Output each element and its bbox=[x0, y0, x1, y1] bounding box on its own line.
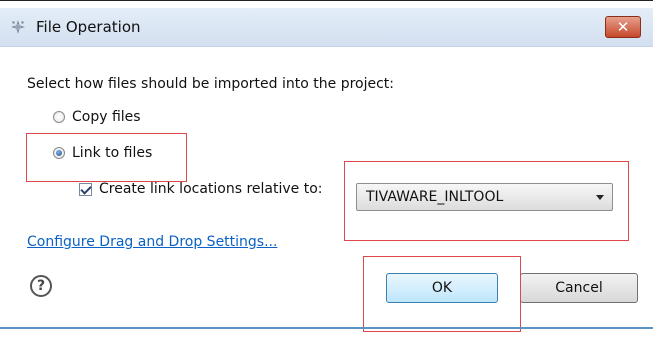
cancel-button[interactable]: Cancel bbox=[520, 273, 638, 303]
close-button[interactable]: ✕ bbox=[605, 16, 641, 38]
dialog-title: File Operation bbox=[36, 18, 141, 36]
copy-files-radio[interactable] bbox=[53, 111, 65, 123]
highlight-relative-select bbox=[344, 161, 629, 241]
close-icon: ✕ bbox=[616, 18, 630, 36]
help-icon-glyph: ? bbox=[36, 278, 46, 294]
title-bar[interactable]: File Operation ✕ bbox=[0, 8, 653, 47]
copy-files-option[interactable]: Copy files bbox=[53, 109, 141, 125]
highlight-ok-button bbox=[363, 256, 521, 332]
configure-drag-drop-link[interactable]: Configure Drag and Drop Settings... bbox=[27, 234, 277, 250]
highlight-link-to-files bbox=[26, 133, 187, 182]
relative-link-checkbox[interactable] bbox=[79, 182, 92, 196]
import-prompt: Select how files should be imported into… bbox=[27, 76, 395, 92]
copy-files-label: Copy files bbox=[72, 109, 141, 125]
eclipse-app-icon bbox=[11, 20, 25, 34]
relative-link-label: Create link locations relative to: bbox=[99, 181, 323, 197]
help-icon[interactable]: ? bbox=[30, 275, 52, 297]
bottom-border bbox=[0, 327, 653, 329]
file-operation-dialog: File Operation ✕ Select how files should… bbox=[0, 0, 653, 332]
relative-link-option[interactable]: Create link locations relative to: bbox=[79, 181, 323, 197]
